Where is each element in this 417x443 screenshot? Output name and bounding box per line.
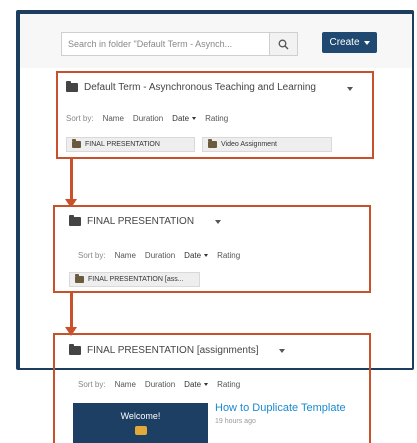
- sort-label: Sort by:: [78, 380, 106, 389]
- sort-duration[interactable]: Duration: [145, 251, 175, 260]
- mascot-icon: [134, 426, 147, 435]
- chevron-down-icon: [204, 254, 209, 257]
- subfolder-chip[interactable]: FINAL PRESENTATION: [66, 137, 195, 152]
- chevron-down-icon[interactable]: [279, 349, 285, 353]
- sort-name[interactable]: Name: [115, 380, 136, 389]
- sort-date[interactable]: Date: [184, 380, 209, 389]
- folder-title-label: FINAL PRESENTATION [assignments]: [87, 345, 259, 356]
- folder-title-label: Default Term - Asynchronous Teaching and…: [84, 82, 316, 93]
- flow-arrow: [70, 293, 73, 329]
- subfolder-label: FINAL PRESENTATION [ass...: [88, 276, 184, 283]
- video-thumbnail[interactable]: Welcome!: [73, 403, 208, 443]
- sort-bar: Sort by: Name Duration Date Rating: [78, 380, 240, 389]
- sort-rating[interactable]: Rating: [205, 114, 228, 123]
- subfolder-chip[interactable]: Video Assignment: [202, 137, 332, 152]
- subfolder-chip[interactable]: FINAL PRESENTATION [ass...: [69, 272, 200, 287]
- thumbnail-text: Welcome!: [120, 411, 161, 421]
- sort-duration[interactable]: Duration: [133, 114, 163, 123]
- sort-rating[interactable]: Rating: [217, 251, 240, 260]
- create-button-label: Create: [329, 37, 360, 48]
- folder-icon: [75, 274, 84, 283]
- chevron-down-icon: [204, 383, 209, 386]
- subfolder-label: FINAL PRESENTATION: [85, 141, 160, 148]
- chevron-down-icon: [192, 117, 197, 120]
- sort-rating[interactable]: Rating: [217, 380, 240, 389]
- folder-icon: [72, 139, 81, 148]
- search-icon: [278, 39, 289, 49]
- search-input[interactable]: Search in folder "Default Term - Asynch.…: [61, 32, 270, 56]
- app-panel: [20, 14, 412, 368]
- sort-name[interactable]: Name: [103, 114, 124, 123]
- flow-arrow: [70, 159, 73, 201]
- chevron-down-icon[interactable]: [215, 220, 221, 224]
- sort-date[interactable]: Date: [184, 251, 209, 260]
- folder-icon: [69, 215, 81, 226]
- search-button[interactable]: [270, 32, 298, 56]
- folder-icon: [208, 139, 217, 148]
- sort-date-label: Date: [184, 251, 202, 260]
- folder-title[interactable]: FINAL PRESENTATION: [69, 215, 195, 227]
- folder-icon: [66, 81, 78, 92]
- chevron-down-icon[interactable]: [347, 87, 353, 91]
- folder-icon: [69, 344, 81, 355]
- folder-title-label: FINAL PRESENTATION: [87, 216, 195, 227]
- folder-title[interactable]: FINAL PRESENTATION [assignments]: [69, 344, 259, 356]
- callout-final-presentation: FINAL PRESENTATION Sort by: Name Duratio…: [53, 205, 371, 293]
- sort-date[interactable]: Date: [172, 114, 197, 123]
- sort-bar: Sort by: Name Duration Date Rating: [66, 114, 228, 123]
- create-button[interactable]: Create: [322, 32, 377, 53]
- sort-bar: Sort by: Name Duration Date Rating: [78, 251, 240, 260]
- sort-duration[interactable]: Duration: [145, 380, 175, 389]
- subfolder-label: Video Assignment: [221, 141, 277, 148]
- sort-label: Sort by:: [66, 114, 94, 123]
- sort-date-label: Date: [172, 114, 190, 123]
- chevron-down-icon: [363, 40, 370, 45]
- sort-date-label: Date: [184, 380, 202, 389]
- folder-title[interactable]: Default Term - Asynchronous Teaching and…: [66, 81, 316, 93]
- video-timestamp: 19 hours ago: [215, 418, 256, 425]
- video-title-link[interactable]: How to Duplicate Template: [215, 402, 346, 414]
- sort-label: Sort by:: [78, 251, 106, 260]
- sort-name[interactable]: Name: [115, 251, 136, 260]
- callout-default-term: Default Term - Asynchronous Teaching and…: [56, 71, 374, 159]
